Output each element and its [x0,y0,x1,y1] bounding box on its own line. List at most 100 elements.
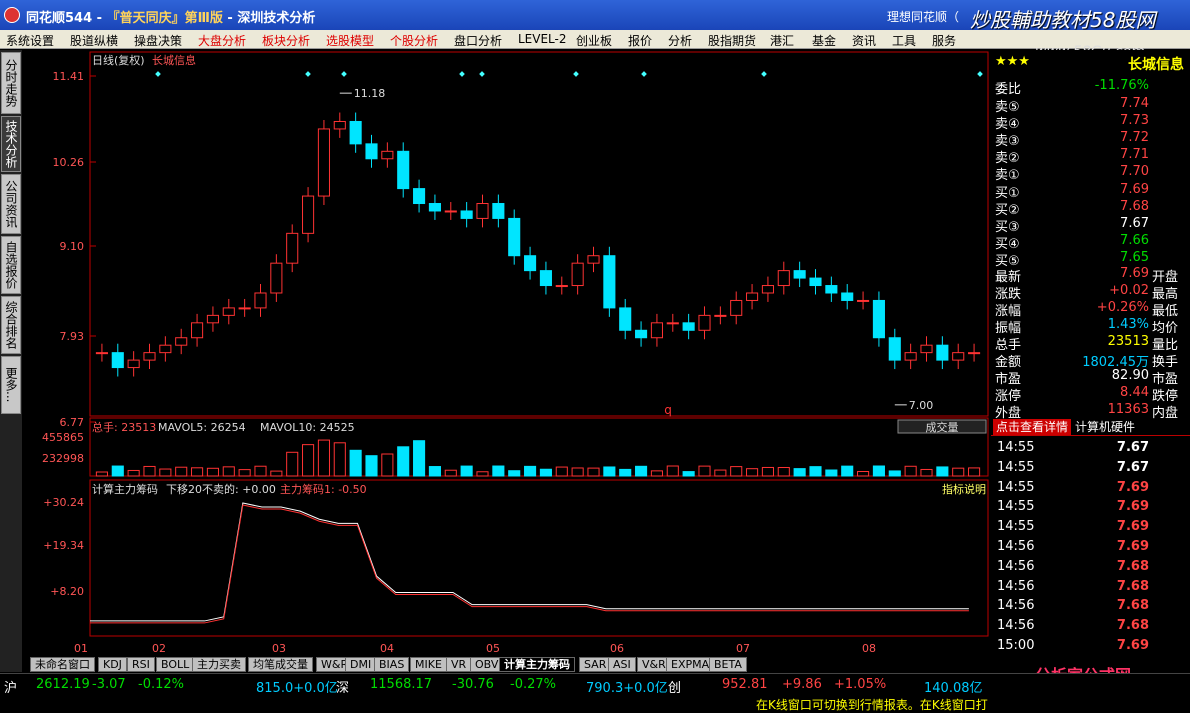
candle-body [206,314,219,324]
volume-bar [95,471,108,477]
status-item-6: 11568.17 [370,677,433,692]
signal-diamond [305,71,311,77]
stat-value: 8.44 [1120,385,1149,400]
side-tab-2[interactable]: 公司资讯 [1,174,21,234]
menu-item-11[interactable]: 分析 [668,32,692,49]
candle-body [460,210,473,219]
menu-item-2[interactable]: 操盘决策 [134,32,182,49]
tick-time: 14:56 [997,618,1035,634]
stat-row: 外盘 11363 内盘 [991,402,1190,421]
menu-item-12[interactable]: 股指期货 [708,32,756,49]
tick-price: 7.67 [1116,459,1149,475]
indicator-tab-14[interactable]: ASI [608,657,636,672]
weibi-value: -11.76% [1094,78,1149,93]
menu-item-14[interactable]: 基金 [812,32,836,49]
candle-body [730,299,743,316]
menu-item-15[interactable]: 资讯 [852,32,876,49]
scroll-tip: 在K线窗口可切换到行情报表。在K线窗口打 [756,698,988,712]
tab-details[interactable]: 点击查看详情 [993,419,1072,435]
volume-bar [428,466,441,477]
volume-bar [809,466,822,477]
candle-body [476,203,489,219]
candle-body [95,352,108,355]
indicator-tab-2[interactable]: RSI [127,657,155,672]
menu-item-13[interactable]: 港汇 [770,32,794,49]
candle-body [444,210,457,213]
indicator-tab-1[interactable]: KDJ [98,657,127,672]
indicator-tab-13[interactable]: SAR [579,657,612,672]
tick-row: 14:56 7.68 [991,598,1190,618]
side-tab-1[interactable]: 技术分析 [1,116,21,172]
volume-bar [666,465,679,477]
candle-body [508,217,521,257]
volume-bar [460,465,473,477]
indicator-tab-5[interactable]: 均笔成交量 [248,657,313,672]
indicator-tab-7[interactable]: DMI [345,657,377,672]
signal-diamond [459,71,465,77]
kline-chart[interactable]: 日线(复权) 长城信息 11.41 10.26 9.10 7.93 6.77 11.18 7.0… [22,50,990,657]
side-tab-0[interactable]: 分时走势 [1,52,21,114]
vol-header-a: 总手: 23513 [92,420,156,434]
volume-bar [222,466,235,477]
candle-body [920,344,933,354]
candle-body [524,255,537,272]
candle-body [175,337,188,346]
indicator-tab-12[interactable]: 计算主力筹码 [499,657,575,672]
menu-item-10[interactable]: 报价 [628,32,652,49]
menu-item-4[interactable]: 板块分析 [262,32,310,49]
indicator-tab-3[interactable]: BOLL [156,657,195,672]
volume-bar [793,468,806,477]
volume-bar [270,470,283,477]
vol-label-1: 232998 [42,452,84,465]
signal-diamond [479,71,485,77]
candle-body [286,232,299,264]
side-tab-3[interactable]: 自选报价 [1,236,21,294]
indicator-tab-4[interactable]: 主力买卖 [192,657,246,672]
menu-item-6[interactable]: 个股分析 [390,32,438,49]
menu-item-8[interactable]: LEVEL-2 [518,32,567,46]
signal-diamond [341,71,347,77]
menu-item-0[interactable]: 系统设置 [6,32,54,49]
indicator-tab-17[interactable]: BETA [709,657,747,672]
menu-item-5[interactable]: 选股模型 [326,32,374,49]
indicator-tab-0[interactable]: 未命名窗口 [30,657,95,672]
tab-industry[interactable]: 计算机硬件 [1075,419,1135,435]
ind-label-2: +8.20 [50,585,84,598]
candle-body [682,322,695,331]
stat-row: 涨跌 +0.02 最高 [991,283,1190,302]
tick-price: 7.69 [1116,479,1149,495]
volume-bar [397,446,410,477]
status-item-2: -3.07 [92,677,126,692]
menu-item-7[interactable]: 盘口分析 [454,32,502,49]
weibi-label: 委比 [995,82,1022,97]
menu-item-17[interactable]: 服务 [932,32,956,49]
status-item-13: +1.05% [834,677,887,692]
ind-header-b: 下移20不卖的: +0.00 [166,482,276,496]
menu-item-9[interactable]: 创业板 [576,32,612,49]
indicator-line-red [90,504,969,624]
volume-bar [159,468,172,477]
candle-body [539,270,552,287]
rating-stars-icon: ★★★ [995,54,1030,69]
volume-bar [904,465,917,477]
side-tab-5[interactable]: 更多... [1,356,21,414]
order-price: 7.69 [1120,182,1149,197]
indicator-tab-16[interactable]: EXPMA [666,657,715,672]
vol-header-b: MAVOL5: 26254 [158,421,246,434]
order-price: 7.73 [1120,113,1149,128]
side-tab-4[interactable]: 综合排名 [1,296,21,354]
indicator-tab-9[interactable]: MIKE [410,657,447,672]
indicator-tab-8[interactable]: BIAS [374,657,410,672]
volume-bar [872,465,885,477]
signal-diamond [155,71,161,77]
tick-price: 7.68 [1116,598,1149,614]
order-price: 7.70 [1120,164,1149,179]
menu-item-16[interactable]: 工具 [892,32,916,49]
menu-item-3[interactable]: 大盘分析 [198,32,246,49]
menu-item-1[interactable]: 股道纵横 [70,32,118,49]
order-price: 7.68 [1120,199,1149,214]
chart-area: 日线(复权) 长城信息 11.41 10.26 9.10 7.93 6.77 11.18 7.0… [22,50,990,657]
volume-bar [476,471,489,477]
candle-body [159,344,172,354]
indicator-tab-10[interactable]: VR [446,657,472,672]
